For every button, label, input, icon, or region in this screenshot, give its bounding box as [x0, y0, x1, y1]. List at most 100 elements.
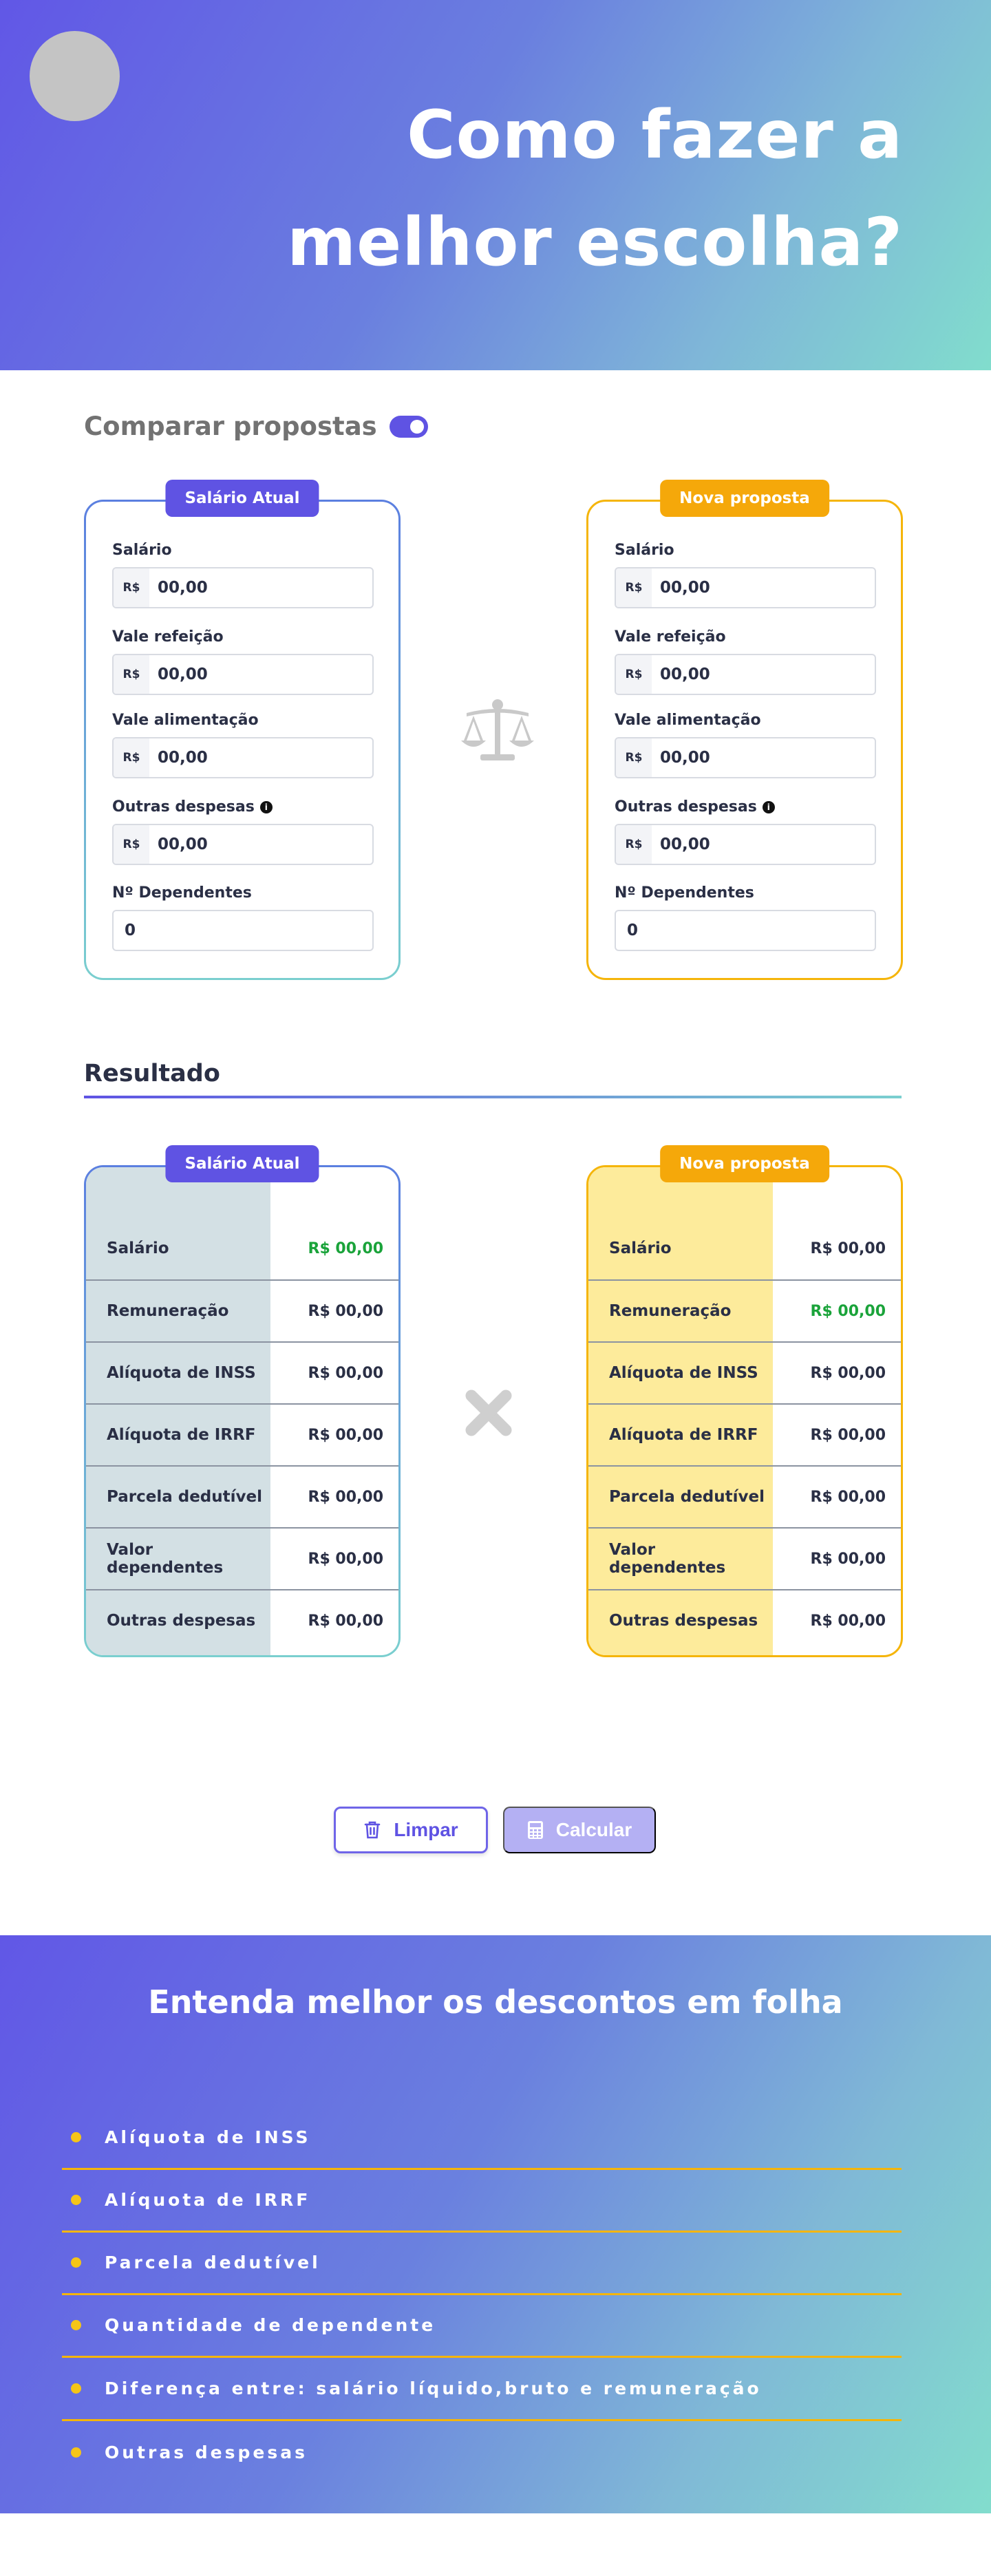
page-title-line-2: melhor escolha?: [287, 204, 903, 281]
other-expenses-field: Outras despesas i R$ 00,00: [112, 798, 374, 865]
row-label: Alíquota de INSS: [107, 1364, 256, 1382]
list-item[interactable]: Diferença entre: salário líquido,bruto e…: [62, 2358, 902, 2421]
row-label: Remuneração: [107, 1302, 229, 1320]
list-item-label: Parcela dedutível: [105, 2253, 321, 2272]
food-voucher-input[interactable]: R$ 00,00: [615, 737, 876, 778]
food-voucher-field: Vale alimentação R$ 00,00: [615, 712, 876, 778]
dependents-input[interactable]: 0: [112, 910, 374, 951]
row-label: Alíquota de IRRF: [609, 1426, 758, 1444]
row-label: Alíquota de INSS: [609, 1364, 758, 1382]
current-salary-result-card: Salário R$ 00,00 Remuneração R$ 00,00 Al…: [84, 1145, 401, 1657]
list-item-label: Quantidade de dependente: [105, 2315, 436, 2335]
other-expenses-value[interactable]: 00,00: [149, 835, 208, 853]
row-value: R$ 00,00: [810, 1550, 886, 1568]
list-item-label: Alíquota de IRRF: [105, 2190, 311, 2210]
dependents-field: Nº Dependentes 0: [615, 884, 876, 951]
info-icon[interactable]: i: [762, 800, 775, 813]
currency-prefix: R$: [114, 738, 149, 777]
deductions-info-section: Entenda melhor os descontos em folha Alí…: [0, 1935, 991, 2513]
table-row: Alíquota de IRRF R$ 00,00: [86, 1403, 398, 1465]
page-title-line-1: Como fazer a: [407, 96, 903, 173]
table-row: Alíquota de INSS R$ 00,00: [588, 1341, 901, 1403]
field-label: Vale refeição: [112, 628, 224, 646]
row-value: R$ 00,00: [308, 1426, 384, 1444]
row-value: R$ 00,00: [308, 1239, 384, 1257]
currency-prefix: R$: [114, 568, 149, 607]
other-expenses-label: Outras despesas: [615, 798, 757, 816]
row-label: Valor dependentes: [107, 1541, 224, 1577]
list-item-label: Outras despesas: [105, 2442, 308, 2462]
new-proposal-badge: Nova proposta: [660, 480, 829, 517]
field-label: Outras despesas i: [112, 798, 374, 816]
row-label: Parcela dedutível: [609, 1488, 765, 1506]
salary-input[interactable]: R$ 00,00: [112, 567, 374, 608]
currency-prefix: R$: [616, 655, 652, 694]
dependents-input[interactable]: 0: [615, 910, 876, 951]
result-rows: Salário R$ 00,00 Remuneração R$ 00,00 Al…: [86, 1167, 398, 1655]
dependents-field: Nº Dependentes 0: [112, 884, 374, 951]
meal-voucher-input[interactable]: R$ 00,00: [615, 654, 876, 695]
currency-prefix: R$: [114, 655, 149, 694]
food-voucher-field: Vale alimentação R$ 00,00: [112, 712, 374, 778]
list-item[interactable]: Alíquota de INSS: [62, 2107, 902, 2170]
other-expenses-label: Outras despesas: [112, 798, 255, 816]
row-value: R$ 00,00: [810, 1302, 886, 1320]
close-x-icon: [465, 1390, 512, 1436]
table-row: Outras despesas R$ 00,00: [86, 1589, 398, 1651]
row-value: R$ 00,00: [810, 1488, 886, 1506]
table-row: Alíquota de IRRF R$ 00,00: [588, 1403, 901, 1465]
other-expenses-input[interactable]: R$ 00,00: [112, 824, 374, 865]
bullet-dot-icon: [71, 2257, 81, 2268]
row-label: Remuneração: [609, 1302, 732, 1320]
current-salary-input-card: Salário Atual Salário R$ 00,00 Vale refe…: [84, 480, 401, 980]
page-title: Como fazer a melhor escolha?: [284, 81, 903, 296]
current-salary-badge: Salário Atual: [165, 480, 319, 517]
table-row: Alíquota de INSS R$ 00,00: [86, 1341, 398, 1403]
table-row: Remuneração R$ 00,00: [86, 1279, 398, 1341]
row-label: Valor dependentes: [609, 1541, 726, 1577]
salary-value[interactable]: 00,00: [652, 579, 710, 597]
food-voucher-input[interactable]: R$ 00,00: [112, 737, 374, 778]
meal-voucher-field: Vale refeição R$ 00,00: [615, 628, 876, 695]
bullet-dot-icon: [71, 2195, 81, 2205]
food-voucher-value[interactable]: 00,00: [149, 749, 208, 767]
new-proposal-result-badge: Nova proposta: [660, 1145, 829, 1182]
list-item[interactable]: Outras despesas: [62, 2420, 902, 2484]
other-expenses-input[interactable]: R$ 00,00: [615, 824, 876, 865]
meal-voucher-value[interactable]: 00,00: [652, 666, 710, 683]
result-rows: Salário R$ 00,00 Remuneração R$ 00,00 Al…: [588, 1167, 901, 1655]
avatar[interactable]: [30, 31, 120, 121]
other-expenses-field: Outras despesas i R$ 00,00: [615, 798, 876, 865]
row-value: R$ 00,00: [308, 1488, 384, 1506]
list-item[interactable]: Alíquota de IRRF: [62, 2169, 902, 2233]
salary-field: Salário R$ 00,00: [112, 542, 374, 608]
table-row: Outras despesas R$ 00,00: [588, 1589, 901, 1651]
salary-value[interactable]: 00,00: [149, 579, 208, 597]
meal-voucher-input[interactable]: R$ 00,00: [112, 654, 374, 695]
other-expenses-value[interactable]: 00,00: [652, 835, 710, 853]
info-icon[interactable]: i: [259, 800, 273, 813]
calculate-button[interactable]: Calcular: [503, 1807, 656, 1853]
table-row: Valor dependentes R$ 00,00: [588, 1527, 901, 1589]
dependents-value[interactable]: 0: [616, 922, 638, 939]
row-value: R$ 00,00: [308, 1364, 384, 1382]
list-item[interactable]: Quantidade de dependente: [62, 2295, 902, 2358]
row-label: Parcela dedutível: [107, 1488, 263, 1506]
meal-voucher-value[interactable]: 00,00: [149, 666, 208, 683]
calculate-button-label: Calcular: [555, 1819, 632, 1840]
list-item-label: Diferença entre: salário líquido,bruto e…: [105, 2378, 762, 2398]
dependents-value[interactable]: 0: [114, 922, 136, 939]
clear-button[interactable]: Limpar: [334, 1807, 488, 1853]
field-label: Salário: [112, 542, 172, 559]
row-label: Outras despesas: [609, 1612, 758, 1630]
row-value: R$ 00,00: [308, 1302, 384, 1320]
table-row: Remuneração R$ 00,00: [588, 1279, 901, 1341]
compare-toggle[interactable]: [389, 415, 428, 438]
current-salary-result-badge: Salário Atual: [165, 1145, 319, 1182]
trash-icon: [365, 1821, 381, 1839]
row-label: Salário: [609, 1239, 672, 1257]
table-row: Parcela dedutível R$ 00,00: [86, 1465, 398, 1527]
food-voucher-value[interactable]: 00,00: [652, 749, 710, 767]
salary-input[interactable]: R$ 00,00: [615, 567, 876, 608]
list-item[interactable]: Parcela dedutível: [62, 2232, 902, 2295]
